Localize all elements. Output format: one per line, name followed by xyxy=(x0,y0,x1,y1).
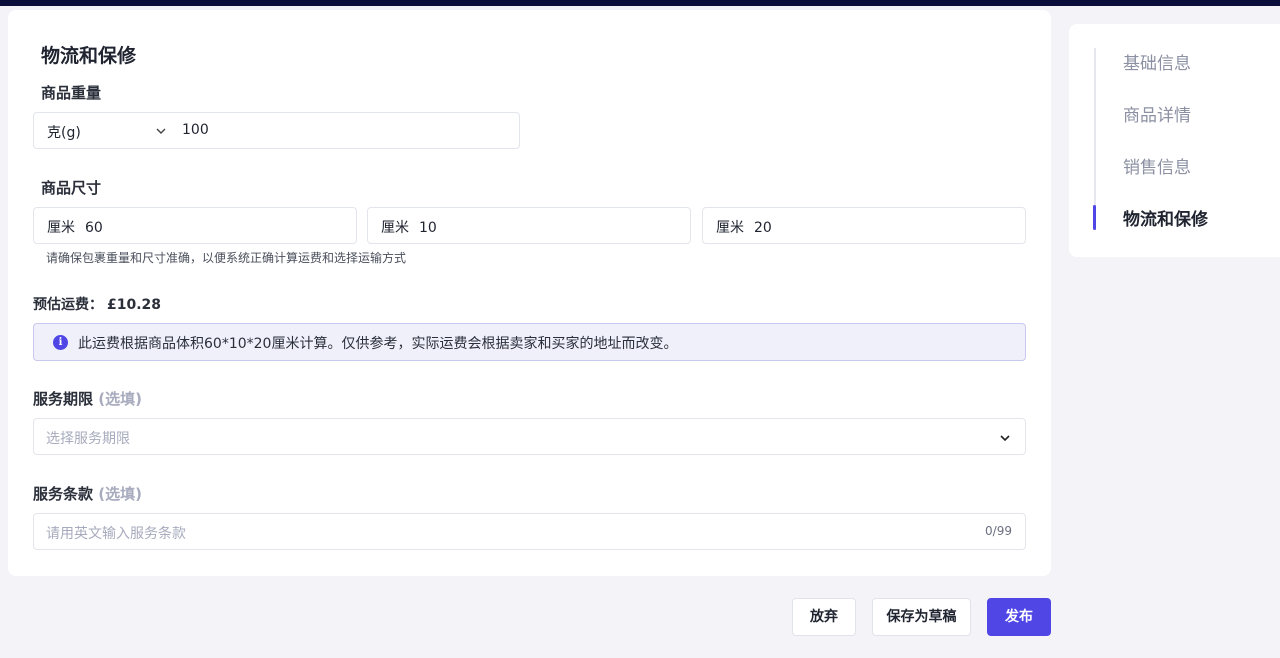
info-icon: i xyxy=(53,335,68,350)
nav-active-indicator xyxy=(1093,205,1096,230)
width-field[interactable]: 厘米 10 xyxy=(367,207,691,244)
chevron-down-icon[interactable] xyxy=(999,434,1011,442)
nav-track xyxy=(1094,48,1096,230)
service-period-label: 服务期限 (选填) xyxy=(33,388,142,409)
top-bar xyxy=(0,0,1280,6)
nav-item-basic-info[interactable]: 基础信息 xyxy=(1123,49,1191,74)
optional-tag: (选填) xyxy=(98,485,142,503)
nav-item-logistics-warranty[interactable]: 物流和保修 xyxy=(1123,205,1208,230)
weight-unit-select[interactable]: 克(g) xyxy=(47,122,81,142)
height-unit: 厘米 xyxy=(716,220,744,236)
service-terms-input[interactable]: 请用英文输入服务条款 0/99 xyxy=(33,513,1026,550)
length-field[interactable]: 厘米 60 xyxy=(33,207,357,244)
service-period-select[interactable]: 选择服务期限 xyxy=(33,418,1026,455)
section-title: 物流和保修 xyxy=(41,45,137,67)
width-input[interactable]: 10 xyxy=(419,220,437,236)
character-counter: 0/99 xyxy=(985,524,1012,538)
height-field[interactable]: 厘米 20 xyxy=(702,207,1026,244)
optional-tag: (选填) xyxy=(98,390,142,408)
logistics-warranty-card: 物流和保修 商品重量 克(g) 100 商品尺寸 厘米 60 厘米 10 厘米 20 xyxy=(8,10,1051,576)
weight-label: 商品重量 xyxy=(41,84,102,102)
shipping-label: 预估运费： xyxy=(33,297,103,313)
service-terms-placeholder: 请用英文输入服务条款 xyxy=(46,526,186,542)
nav-item-sales-info[interactable]: 销售信息 xyxy=(1123,153,1191,178)
service-terms-label-text: 服务条款 xyxy=(33,485,94,503)
dimensions-hint: 请确保包裹重量和尺寸准确，以便系统正确计算运费和选择运输方式 xyxy=(46,251,407,265)
save-draft-button[interactable]: 保存为草稿 xyxy=(872,598,971,636)
height-input[interactable]: 20 xyxy=(754,220,772,236)
service-period-placeholder: 选择服务期限 xyxy=(46,431,130,447)
service-period-label-text: 服务期限 xyxy=(33,390,94,408)
shipping-notice: i 此运费根据商品体积60*10*20厘米计算。仅供参考，实际运费会根据卖家和买… xyxy=(33,323,1026,361)
length-unit: 厘米 xyxy=(47,220,75,236)
weight-field: 克(g) 100 xyxy=(33,112,520,149)
discard-button[interactable]: 放弃 xyxy=(792,598,856,636)
chevron-down-icon[interactable] xyxy=(155,127,167,135)
nav-item-product-details[interactable]: 商品详情 xyxy=(1123,101,1191,126)
dimensions-label: 商品尺寸 xyxy=(41,179,102,197)
width-unit: 厘米 xyxy=(381,220,409,236)
notice-text: 此运费根据商品体积60*10*20厘米计算。仅供参考，实际运费会根据卖家和买家的… xyxy=(78,336,678,352)
shipping-price: £10.28 xyxy=(107,297,162,313)
weight-input[interactable]: 100 xyxy=(182,122,209,138)
length-input[interactable]: 60 xyxy=(85,220,103,236)
publish-button[interactable]: 发布 xyxy=(987,598,1051,636)
section-nav: 基础信息 商品详情 销售信息 物流和保修 xyxy=(1069,24,1280,257)
service-terms-label: 服务条款 (选填) xyxy=(33,483,142,504)
shipping-estimate: 预估运费： £10.28 xyxy=(33,294,161,314)
